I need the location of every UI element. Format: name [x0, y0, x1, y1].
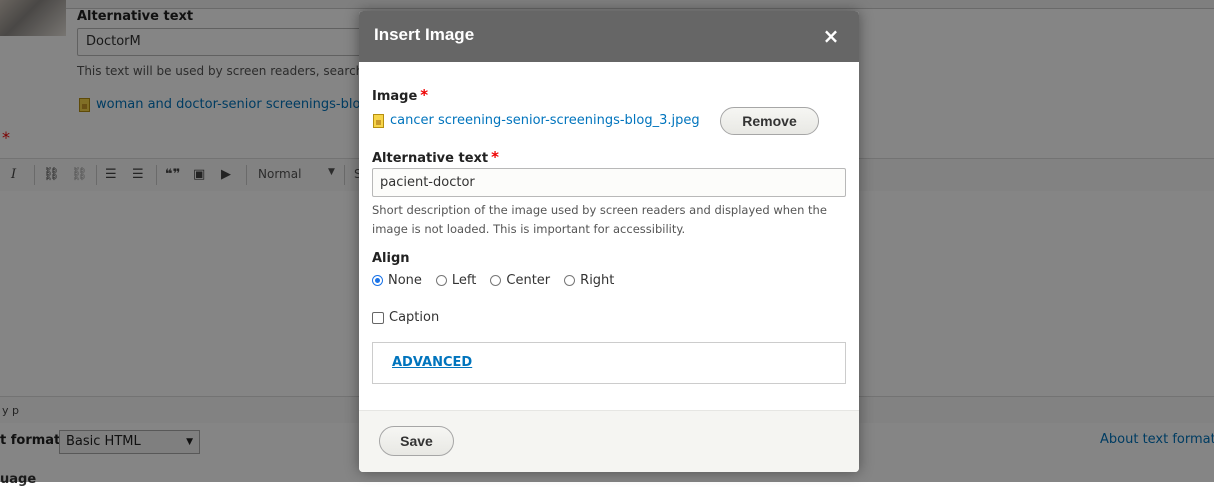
- alt-text-label-text: Alternative text: [372, 151, 489, 166]
- align-option-label: Left: [451, 273, 477, 288]
- remove-button[interactable]: Remove: [720, 107, 819, 135]
- image-file-name: cancer screening-senior-screenings-blog_…: [390, 113, 700, 128]
- save-button[interactable]: Save: [379, 426, 454, 456]
- align-option-label: None: [388, 273, 422, 288]
- image-label: Image *: [372, 86, 428, 104]
- dialog-title: Insert Image: [374, 25, 475, 44]
- file-image-icon: [373, 113, 384, 128]
- advanced-toggle[interactable]: ADVANCED: [392, 355, 472, 370]
- insert-image-dialog: Insert Image × Image * cancer screening-s…: [359, 11, 859, 472]
- align-option-right[interactable]: Right: [564, 273, 614, 288]
- radio-center[interactable]: [490, 275, 502, 286]
- dialog-footer: Save: [359, 410, 859, 472]
- align-option-label: Center: [506, 273, 551, 288]
- image-label-text: Image: [372, 89, 418, 104]
- radio-left[interactable]: [435, 275, 447, 286]
- advanced-section: ADVANCED: [372, 342, 846, 384]
- required-marker: *: [491, 148, 499, 166]
- required-marker: *: [420, 86, 429, 104]
- align-label: Align: [372, 251, 410, 266]
- caption-checkbox[interactable]: [372, 311, 384, 324]
- caption-label: Caption: [389, 310, 440, 325]
- dialog-header: Insert Image ×: [359, 11, 859, 62]
- align-option-label: Right: [580, 273, 615, 288]
- caption-option[interactable]: Caption: [372, 310, 439, 325]
- align-option-left[interactable]: Left: [435, 273, 477, 288]
- align-option-center[interactable]: Center: [490, 273, 550, 288]
- align-radio-group: None Left Center Right: [372, 273, 628, 288]
- image-file-link[interactable]: cancer screening-senior-screenings-blog_…: [373, 113, 700, 128]
- radio-right[interactable]: [564, 275, 576, 286]
- close-icon[interactable]: ×: [820, 25, 842, 47]
- alt-text-label: Alternative text *: [372, 148, 499, 166]
- alt-text-description: Short description of the image used by s…: [372, 203, 827, 236]
- radio-none[interactable]: [372, 275, 383, 286]
- alt-text-input[interactable]: pacient-doctor: [372, 168, 846, 197]
- align-option-none[interactable]: None: [372, 273, 422, 288]
